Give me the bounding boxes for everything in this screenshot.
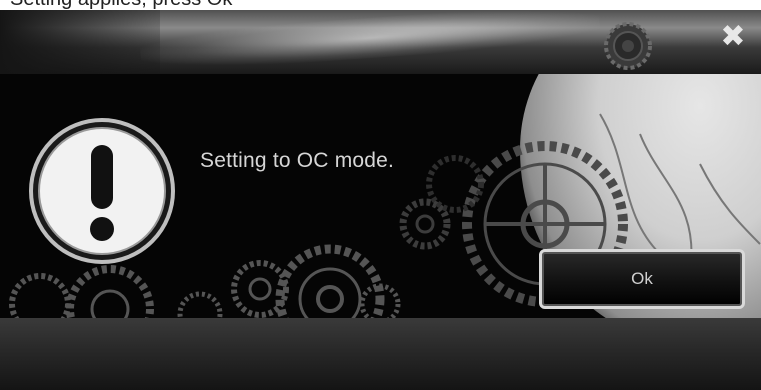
exclamation-icon [29,118,175,264]
dialog-footer [0,318,761,390]
top-caption-text: Setting applies, press Ok [10,0,232,10]
header-shine [139,8,601,74]
close-icon: ✖ [720,19,746,54]
dialog-header [0,8,761,74]
ok-button[interactable]: Ok [539,249,745,309]
gear-icon [604,22,652,70]
header-shade [0,8,160,74]
close-button[interactable]: ✖ [718,22,748,52]
top-caption-strip: Setting applies, press Ok [0,0,761,10]
dialog-message: Setting to OC mode. [200,149,395,172]
oc-mode-dialog: Setting applies, press Ok ✖ [0,0,761,390]
